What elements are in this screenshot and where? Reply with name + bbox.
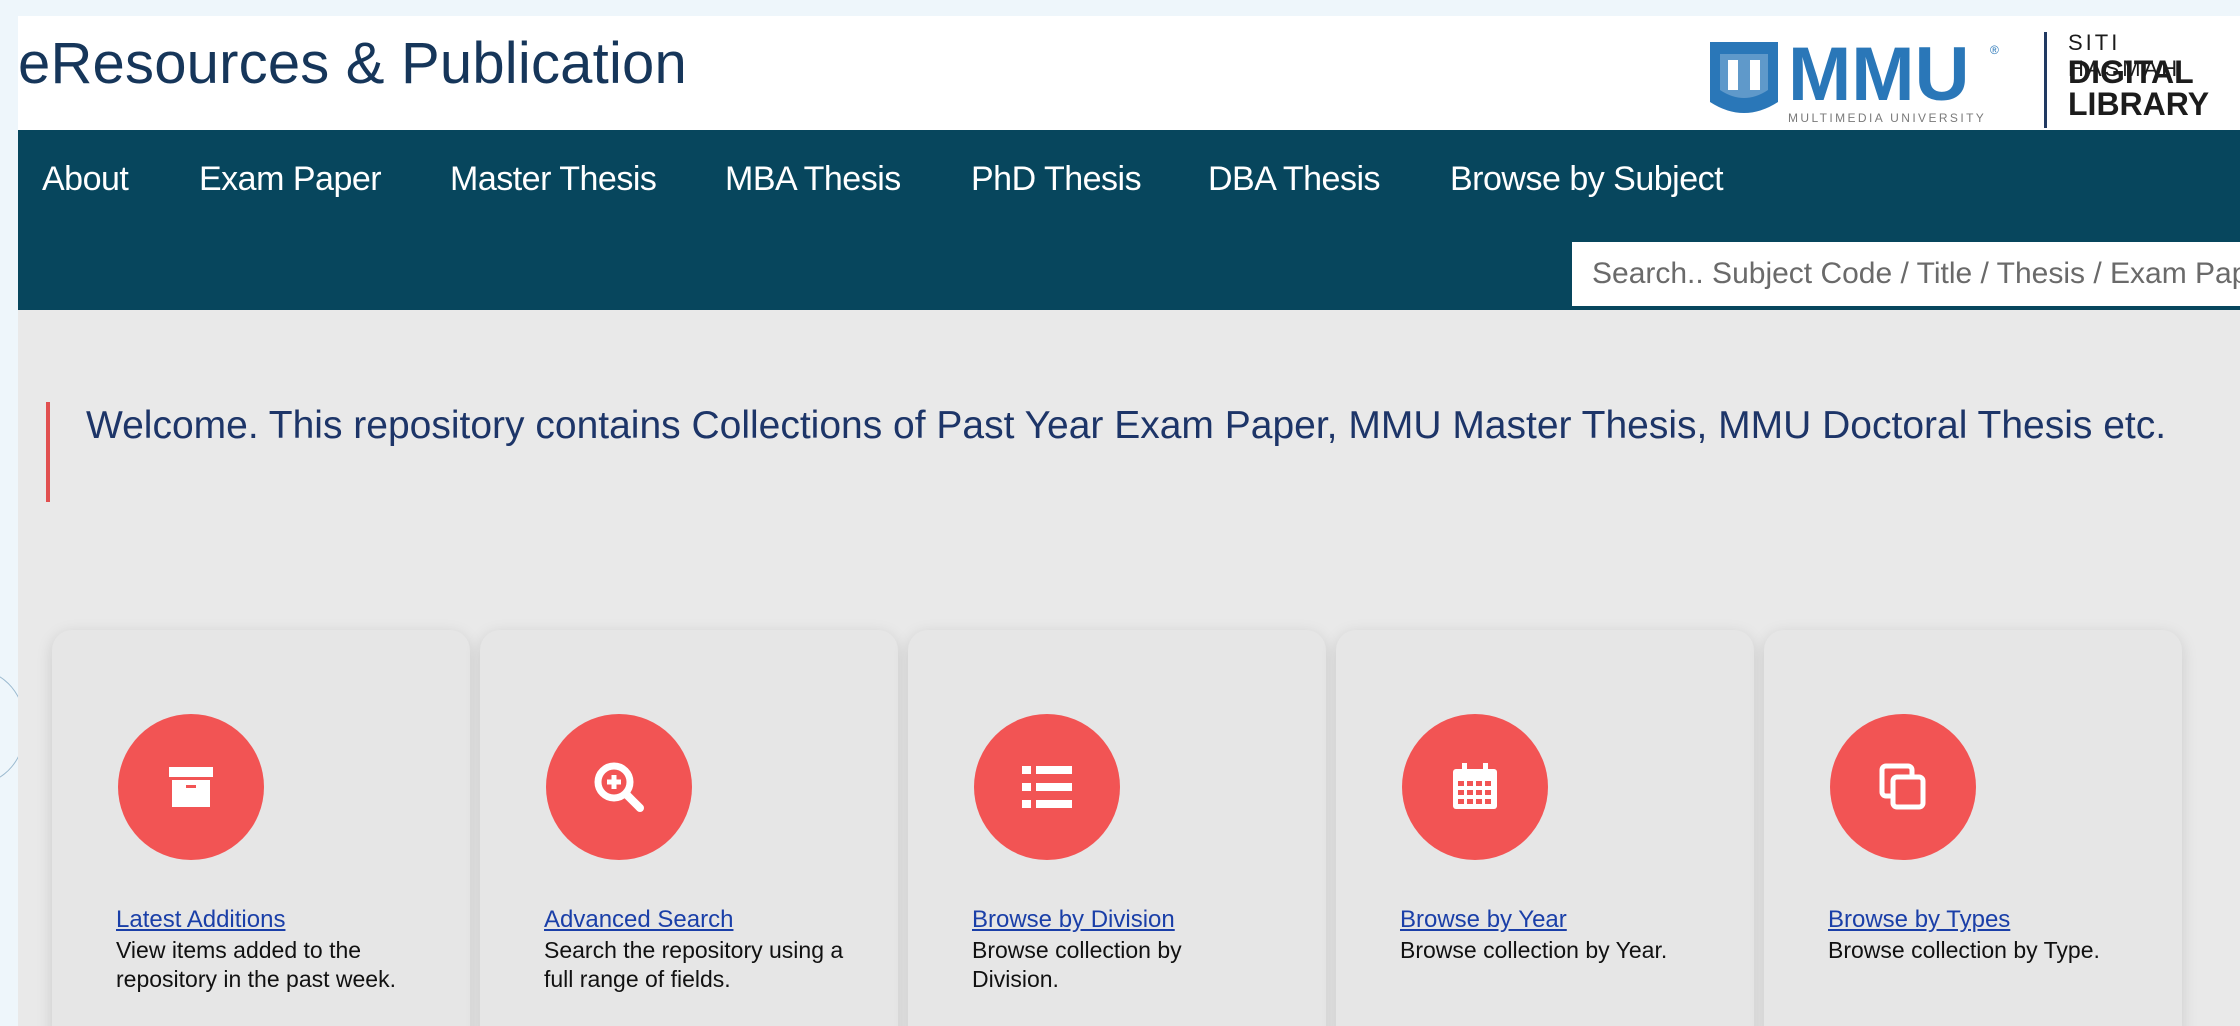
card-advanced-search: Advanced Search Search the repository us… xyxy=(480,630,898,1026)
svg-text:®: ® xyxy=(1990,43,1999,57)
browse-by-division-desc: Browse collection by Division. xyxy=(972,937,1182,992)
nav-phd-thesis[interactable]: PhD Thesis xyxy=(971,160,1142,199)
top-header: eResources & Publication MMU ® MULTIMEDI… xyxy=(18,16,2240,130)
advanced-search-link[interactable]: Advanced Search xyxy=(544,906,733,934)
main-navbar: About Exam Paper Master Thesis MBA Thesi… xyxy=(18,130,2240,310)
library-name-main: DIGITAL LIBRARY xyxy=(2068,54,2210,122)
browse-by-year-link[interactable]: Browse by Year xyxy=(1400,906,1567,934)
browse-by-types-link[interactable]: Browse by Types xyxy=(1828,906,2010,934)
svg-text:MMU: MMU xyxy=(1788,32,1970,117)
calendar-icon[interactable] xyxy=(1402,714,1548,860)
latest-additions-link[interactable]: Latest Additions xyxy=(116,906,285,934)
nav-dba-thesis[interactable]: DBA Thesis xyxy=(1208,160,1381,199)
mmu-logo: MMU ® MULTIMEDIA UNIVERSITY xyxy=(1710,32,1999,125)
welcome-message: Welcome. This repository contains Collec… xyxy=(86,404,2167,447)
nav-browse-by-subject[interactable]: Browse by Subject xyxy=(1450,160,1724,199)
page: eResources & Publication MMU ® MULTIMEDI… xyxy=(18,16,2240,1026)
latest-additions-desc: View items added to the repository in th… xyxy=(116,937,396,992)
browse-by-division-link[interactable]: Browse by Division xyxy=(972,906,1175,934)
logo-divider xyxy=(2044,32,2047,128)
site-title: eResources & Publication xyxy=(18,31,687,96)
card-browse-by-division: Browse by Division Browse collection by … xyxy=(908,630,1326,1026)
advanced-search-desc: Search the repository using a full range… xyxy=(544,937,844,992)
list-icon[interactable] xyxy=(974,714,1120,860)
nav-exam-paper[interactable]: Exam Paper xyxy=(199,160,382,199)
card-browse-by-year: Browse by Year Browse collection by Year… xyxy=(1336,630,1754,1026)
welcome-accent-bar xyxy=(46,402,50,502)
browse-by-year-desc: Browse collection by Year. xyxy=(1400,937,1668,963)
copy-icon[interactable] xyxy=(1830,714,1976,860)
svg-text:MULTIMEDIA UNIVERSITY: MULTIMEDIA UNIVERSITY xyxy=(1788,111,1986,125)
nav-about[interactable]: About xyxy=(42,160,129,199)
search-input[interactable] xyxy=(1572,242,2240,306)
browse-by-types-desc: Browse collection by Type. xyxy=(1828,937,2100,963)
zoom-in-icon[interactable] xyxy=(546,714,692,860)
card-browse-by-types: Browse by Types Browse collection by Typ… xyxy=(1764,630,2182,1026)
nav-mba-thesis[interactable]: MBA Thesis xyxy=(725,160,901,199)
archive-icon[interactable] xyxy=(118,714,264,860)
nav-master-thesis[interactable]: Master Thesis xyxy=(450,160,657,199)
card-latest-additions: Latest Additions View items added to the… xyxy=(52,630,470,1026)
